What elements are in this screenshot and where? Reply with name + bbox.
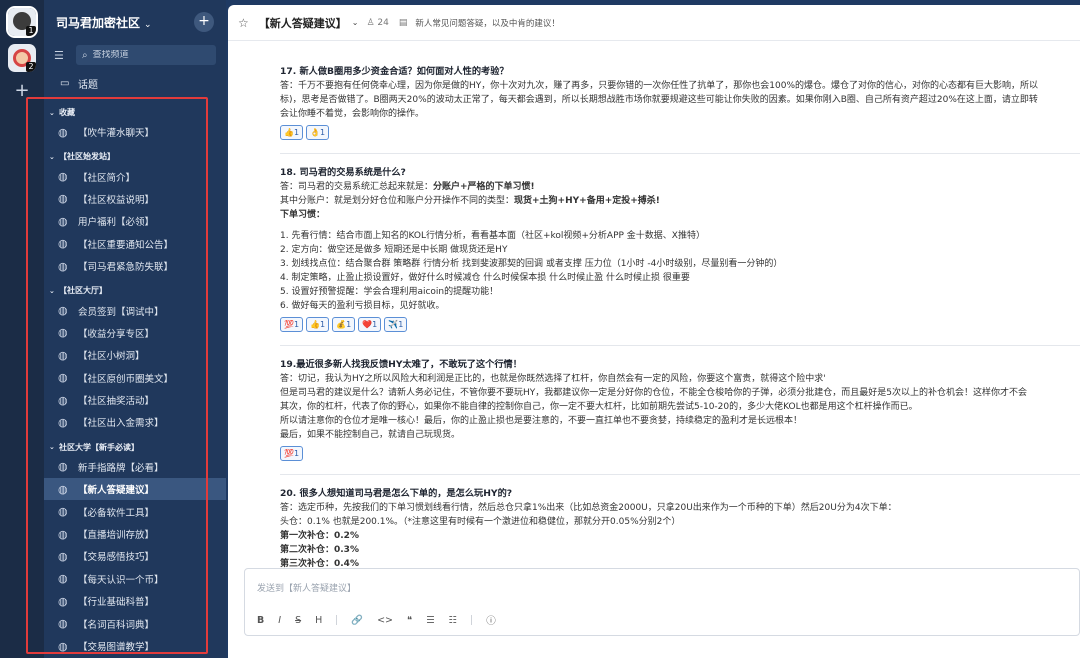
message-line: 会让你睡不着觉，会影响你的操作。 (280, 109, 425, 119)
divider (280, 345, 1080, 346)
chat-icon: ▭ (60, 77, 70, 89)
message-line: 其次，你的杠杆，代表了你的野心，如果你不能自律的控制你自己，你一定不要大杠杆，比… (280, 402, 918, 412)
bullet-list-icon[interactable]: ☰ (426, 615, 435, 626)
reaction-badge[interactable]: ❤️1 (358, 317, 382, 332)
message-19: 19.最近很多新人找我反馈HY太难了，不敢玩了这个行情！ 答：切记，我认为HY之… (280, 358, 1080, 461)
divider (280, 153, 1080, 154)
server-badge: 1 (26, 26, 36, 36)
star-icon[interactable]: ☆ (238, 16, 249, 30)
message-17: 17. 新人做B圈用多少资金合适？如何面对人性的考验？ 答：千万不要抱有任何侥幸… (280, 65, 1080, 140)
message-line: 其中分账户：就是划分好仓位和账户分开操作不同的类型：现货+土狗+HY+备用+定投… (280, 196, 660, 206)
message-line: 答：选定币种，先按我们的下单习惯划线看行情，然后总仓只拿1%出来（比如总资金20… (280, 503, 897, 513)
message-line: 答：司马君的交易系统汇总起来就是：分账户+严格的下单习惯! (280, 182, 535, 192)
channel-search[interactable]: ⌕ (76, 45, 216, 65)
topics-link[interactable]: ▭ 话题 (44, 71, 226, 95)
bold-icon[interactable]: B (257, 615, 264, 626)
main-panel: ☆ 【新人答疑建议】 ⌄ ♙ 24 ▤ 新人常见问题答疑，以及中肯的建议！ 17… (228, 5, 1080, 658)
server-icon-simajun[interactable]: 1 (6, 6, 38, 38)
topics-label: 话题 (78, 79, 98, 91)
list-item: 1. 先看行情：结合市面上知名的KOL行情分析，看看基本面（社区+kol视频+分… (280, 231, 705, 241)
strikethrough-icon[interactable]: S (295, 615, 301, 626)
message-line: 第三次补仓：0.4% (280, 559, 359, 568)
toolbar-divider (336, 615, 338, 625)
document-icon: ▤ (398, 17, 408, 28)
message-line: 标)，思考是否做错了。B圈两天20%的波动太正常了，每天都会遇到，所以长期想战胜… (280, 95, 1038, 105)
channel-header: ☆ 【新人答疑建议】 ⌄ ♙ 24 ▤ 新人常见问题答疑，以及中肯的建议！ (228, 5, 1080, 41)
message-line: 第二次补仓：0.3% (280, 545, 359, 555)
reaction-badge[interactable]: 👍1 (306, 317, 330, 332)
message-line: 所以请注意你的仓位才是唯一核心！最后，你的止盈止损也是要注意的，不要一直扛单也不… (280, 416, 803, 426)
highlight-annotation-box (26, 97, 208, 654)
reaction-badge[interactable]: 👍1 (280, 125, 304, 140)
info-icon[interactable]: ⓘ (486, 613, 496, 627)
message-line: 下单习惯： (280, 210, 326, 220)
channel-description: 新人常见问题答疑，以及中肯的建议！ (415, 18, 560, 29)
message-line: 答：千万不要抱有任何侥幸心理，因为你是做的HY，你十次对九次，赚了再多，只要你错… (280, 81, 1038, 91)
message-composer[interactable]: 发送到【新人答疑建议】 B I S H 🔗 <> ❝ ☰ ☷ ⓘ (244, 568, 1080, 636)
community-title[interactable]: 司马君加密社区 ⌄ (56, 14, 152, 31)
numbered-list-icon[interactable]: ☷ (449, 615, 458, 626)
message-title: 17. 新人做B圈用多少资金合适？如何面对人性的考验？ (280, 66, 509, 77)
server-icon-second[interactable]: 2 (8, 44, 36, 72)
user-icon: ♙ (366, 17, 378, 28)
list-item: 4. 制定策略，止盈止损设置好，做好什么时候减仓 什么时候保本损 什么时候止盈 … (280, 273, 690, 283)
message-20: 20. 很多人想知道司马君是怎么下单的，是怎么玩HY的? 答：选定币种，先按我们… (280, 487, 1080, 568)
message-line: 第一次补仓：0.2% (280, 531, 359, 541)
message-title: 19.最近很多新人找我反馈HY太难了，不敢玩了这个行情！ (280, 359, 522, 370)
list-item: 6. 做好每天的盈利亏损目标，见好就收。 (280, 301, 445, 311)
reaction-badge[interactable]: ✈️1 (384, 317, 408, 332)
message-line: 最后，如果不能控制自己，就请自己玩现货。 (280, 430, 461, 440)
channel-title[interactable]: 【新人答疑建议】 (259, 15, 347, 31)
list-item: 2. 定方向：做空还是做多 短期还是中长期 做现货还是HY (280, 245, 508, 255)
composer-placeholder[interactable]: 发送到【新人答疑建议】 (257, 581, 356, 594)
reaction-badge[interactable]: 💰1 (332, 317, 356, 332)
message-line: 但是司马君的建议是什么？请新人务必记住，不管你要不要玩HY，我都建议你一定是分好… (280, 388, 1027, 398)
link-icon[interactable]: 🔗 (351, 615, 363, 626)
add-channel-button[interactable]: + (194, 12, 214, 32)
heading-icon[interactable]: H (315, 615, 322, 626)
reaction-badge[interactable]: 💯1 (280, 446, 304, 461)
reaction-badge[interactable]: 👌1 (306, 125, 330, 140)
member-count[interactable]: ♙ 24 (366, 18, 388, 28)
reactions: 👍1 👌1 (280, 125, 1080, 140)
message-list: 17. 新人做B圈用多少资金合适？如何面对人性的考验？ 答：千万不要抱有任何侥幸… (280, 65, 1080, 568)
reactions: 💯1 (280, 446, 1080, 461)
message-18: 18. 司马君的交易系统是什么? 答：司马君的交易系统汇总起来就是：分账户+严格… (280, 166, 1080, 332)
quote-icon[interactable]: ❝ (407, 615, 412, 626)
code-icon[interactable]: <> (377, 615, 393, 626)
format-toolbar: B I S H 🔗 <> ❝ ☰ ☷ ⓘ (257, 613, 496, 628)
message-line: 答：切记，我认为HY之所以风险大和利润是正比的，也就是你既然选择了杠杆，你自然会… (280, 374, 826, 384)
message-title: 20. 很多人想知道司马君是怎么下单的，是怎么玩HY的? (280, 488, 513, 499)
chevron-down-icon[interactable]: ⌄ (352, 18, 359, 27)
chevron-down-icon: ⌄ (144, 19, 152, 30)
server-badge: 2 (26, 62, 36, 72)
search-icon: ⌕ (82, 49, 88, 61)
reactions: 💯1 👍1 💰1 ❤️1 ✈️1 (280, 317, 1080, 332)
search-input[interactable] (92, 50, 210, 60)
list-item: 3. 划线找点位：结合聚合群 策略群 行情分析 找到斐波那契的回调 或者支撑 压… (280, 259, 783, 269)
message-title: 18. 司马君的交易系统是什么? (280, 167, 406, 178)
filter-icon[interactable]: ☰ (54, 49, 72, 62)
divider (280, 474, 1080, 475)
list-item: 5. 设置好预警提醒：学会合理利用aicoin的提醒功能！ (280, 287, 499, 297)
toolbar-divider (471, 615, 473, 625)
message-line: 头仓：0.1% 也就是200.1%。（*注意这里有时候有一个激进位和稳健位，那就… (280, 517, 681, 527)
italic-icon[interactable]: I (278, 615, 281, 626)
reaction-badge[interactable]: 💯1 (280, 317, 304, 332)
